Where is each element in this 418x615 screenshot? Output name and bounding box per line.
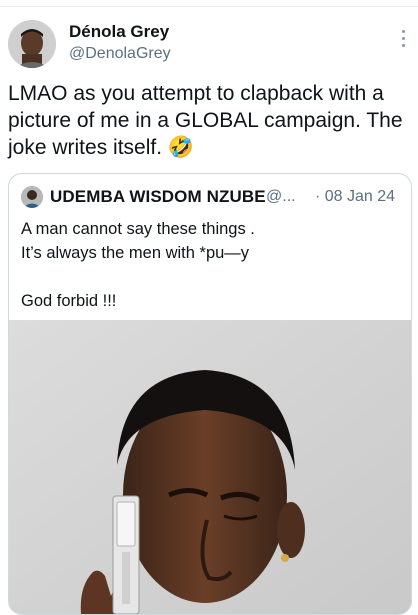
quoted-media-image[interactable] (9, 320, 411, 614)
display-name[interactable]: Dénola Grey (69, 22, 169, 42)
tweet-text-line: joke writes itself. 🤣 (8, 136, 195, 159)
tweet-text: LMAO as you attempt to clapback with a p… (8, 80, 412, 161)
quoted-text-line (21, 265, 401, 289)
more-vertical-icon[interactable] (393, 30, 413, 54)
user-handle[interactable]: @DenolaGrey (69, 45, 171, 63)
quoted-text-line: It’s always the men with *pu—y (21, 244, 250, 262)
quoted-display-name: UDEMBA WISDOM NZUBE (50, 187, 266, 206)
avatar[interactable] (8, 20, 56, 68)
tweet-text-line: picture of me in a GLOBAL campaign. The (8, 109, 403, 132)
quoted-avatar (21, 186, 43, 208)
quoted-text-line: God forbid !!! (21, 292, 117, 310)
quoted-text-line: A man cannot say these things . (21, 220, 255, 238)
quoted-tweet-card[interactable]: UDEMBA WISDOM NZUBE @... · 08 Jan 24 A m… (8, 173, 412, 615)
top-divider (0, 6, 418, 7)
tweet-text-line: LMAO as you attempt to clapback with a (8, 82, 384, 105)
quoted-date: · 08 Jan 24 (315, 188, 396, 205)
quoted-handle: @... (266, 188, 296, 205)
quoted-text: A man cannot say these things . It’s alw… (21, 217, 401, 313)
